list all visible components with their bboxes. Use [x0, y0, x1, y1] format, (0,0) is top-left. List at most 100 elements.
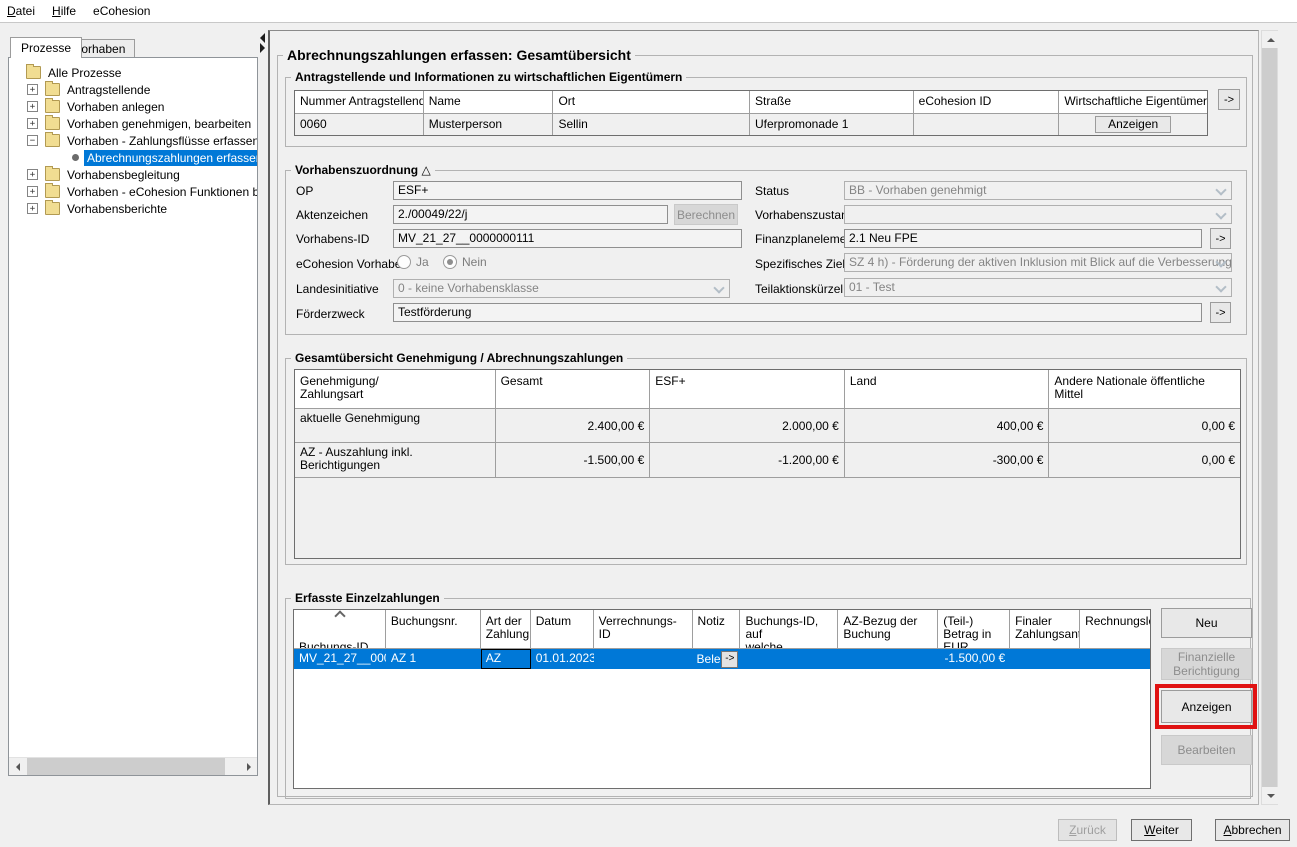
expand-icon[interactable]: [27, 203, 38, 214]
tree-item-vorhabensberichte[interactable]: Vorhabensberichte: [9, 200, 257, 217]
landesinitiative-dropdown[interactable]: 0 - keine Vorhabensklasse: [393, 279, 730, 298]
expand-icon[interactable]: [27, 84, 38, 95]
expand-icon[interactable]: [27, 169, 38, 180]
gesamtuebersicht-zahlungen-title: Gesamtübersicht Genehmigung / Abrechnung…: [291, 351, 627, 365]
column-header: Straße: [750, 91, 914, 113]
column-header: Land: [845, 370, 1050, 408]
menu-bar: Datei Hilfe eCohesion: [0, 0, 1297, 23]
menu-item-ecohesion[interactable]: eCohesion: [93, 1, 159, 21]
detail-arrow-button[interactable]: ->: [1210, 228, 1231, 249]
teilaktionskuerzel-label: Teilaktionskürzel: [755, 282, 843, 296]
column-header[interactable]: Finaler Zahlungsantra: [1010, 610, 1080, 648]
tree-item-vorhaben-genehmigen[interactable]: Vorhaben genehmigen, bearbeiten: [9, 115, 257, 132]
einzelzahlungen-group-title: Erfasste Einzelzahlungen: [291, 591, 444, 605]
tree-item-vorhaben-anlegen[interactable]: Vorhaben anlegen: [9, 98, 257, 115]
abbrechen-button[interactable]: Abbrechen: [1215, 819, 1290, 841]
cell-land: -300,00 €: [845, 443, 1050, 477]
spezifisches-ziel-dropdown[interactable]: SZ 4 h) - Förderung der aktiven Inklusio…: [844, 253, 1232, 272]
op-field[interactable]: ESF+: [393, 181, 742, 200]
main-vertical-scrollbar[interactable]: [1261, 30, 1278, 805]
table-header-row: Buchungs-ID Buchungsnr. Art der Zahlung …: [294, 610, 1150, 649]
finanzplanelement-field[interactable]: 2.1 Neu FPE: [844, 229, 1202, 248]
scroll-up-icon[interactable]: [1262, 31, 1279, 48]
column-header[interactable]: Art der Zahlung: [481, 610, 531, 648]
bearbeiten-button[interactable]: Bearbeiten: [1161, 735, 1252, 765]
selected-payment-row[interactable]: MV_21_27__000000 AZ 1 AZ 01.01.2023 Bele…: [294, 649, 1150, 669]
tab-prozesse[interactable]: Prozesse: [10, 37, 82, 58]
cell-ecohesion-id: [914, 114, 1060, 136]
cell-nummer: 0060: [295, 114, 424, 136]
collapse-icon[interactable]: [27, 135, 38, 146]
cell-eigentuemer: Anzeigen: [1059, 114, 1207, 136]
cell-esf: -1.200,00 €: [650, 443, 845, 477]
leaf-bullet-icon: [72, 154, 79, 161]
column-header: ESF+: [650, 370, 845, 408]
column-header[interactable]: AZ-Bezug der Buchung: [838, 610, 938, 648]
cell-az-bezug: [838, 649, 938, 669]
weiter-button[interactable]: Weiter: [1131, 819, 1192, 841]
berechnen-button[interactable]: Berechnen: [674, 204, 738, 225]
cell-gesamt: -1.500,00 €: [496, 443, 651, 477]
folder-icon: [45, 100, 60, 113]
status-dropdown[interactable]: BB - Vorhaben genehmigt: [844, 181, 1232, 200]
radio-ja[interactable]: Ja: [397, 255, 429, 269]
tree-item-ecohesion-funktionen[interactable]: Vorhaben - eCohesion Funktionen bearbeit: [9, 183, 257, 200]
notiz-arrow-button[interactable]: ->: [721, 651, 738, 668]
teilaktionskuerzel-dropdown[interactable]: 01 - Test: [844, 278, 1232, 297]
cell-rechnungslegung: [1080, 649, 1150, 669]
tree-horizontal-scrollbar[interactable]: [9, 757, 257, 775]
radio-nein[interactable]: Nein: [443, 255, 487, 269]
cell-buchungs-id: MV_21_27__000000: [294, 649, 386, 669]
column-header[interactable]: Buchungsnr.: [386, 610, 481, 648]
splitter-collapse-right-icon[interactable]: [260, 43, 265, 53]
neu-button[interactable]: Neu: [1161, 608, 1252, 638]
antragstellende-group-title: Antragstellende und Informationen zu wir…: [291, 70, 686, 84]
column-header: Wirtschaftliche Eigentümer: [1059, 91, 1207, 113]
vorhabens-id-label: Vorhabens-ID: [296, 232, 369, 246]
column-header: Genehmigung/ Zahlungsart: [295, 370, 496, 408]
tree-item-zahlungsfluesse[interactable]: Vorhaben - Zahlungsflüsse erfassen: [9, 132, 257, 149]
zurueck-button[interactable]: Zurück: [1058, 819, 1117, 841]
scrollbar-thumb[interactable]: [27, 758, 225, 775]
detail-arrow-button[interactable]: ->: [1210, 302, 1231, 323]
column-header[interactable]: Buchungs-ID, auf welche die Buch: [740, 610, 838, 648]
expand-icon[interactable]: [27, 118, 38, 129]
expand-icon[interactable]: [27, 186, 38, 197]
aktenzeichen-field[interactable]: 2./00049/22/j: [393, 205, 668, 224]
tree-item-vorhabensbegleitung[interactable]: Vorhabensbegleitung: [9, 166, 257, 183]
folder-icon: [45, 117, 60, 130]
column-header[interactable]: (Teil-) Betrag in EUR: [938, 610, 1010, 648]
table-row[interactable]: 0060 Musterperson Sellin Uferpromonade 1…: [295, 114, 1207, 136]
expand-icon[interactable]: [27, 101, 38, 112]
tree-item-antragstellende[interactable]: Antragstellende: [9, 81, 257, 98]
menu-item-hilfe[interactable]: Hilfe: [52, 1, 85, 21]
column-header[interactable]: Verrechnungs-ID: [594, 610, 693, 648]
cell-gesamt: 2.400,00 €: [496, 409, 651, 442]
finanzplanelement-label: Finanzplanelement: [755, 232, 856, 246]
vorhabens-id-field[interactable]: MV_21_27__0000000111: [393, 229, 742, 248]
highlight-box: [1155, 684, 1257, 729]
foerderzweck-field[interactable]: Testförderung: [393, 303, 1202, 322]
vorhabenszustand-dropdown[interactable]: [844, 205, 1232, 224]
tree-item-alle-prozesse[interactable]: Alle Prozesse: [9, 64, 257, 81]
column-header[interactable]: Rechnungsle: [1080, 610, 1150, 648]
scrollbar-thumb[interactable]: [1262, 48, 1277, 787]
detail-arrow-button[interactable]: ->: [1218, 89, 1240, 110]
scroll-left-icon[interactable]: [9, 758, 26, 775]
landesinitiative-label: Landesinitiative: [296, 282, 379, 296]
scroll-right-icon[interactable]: [240, 758, 257, 775]
op-label: OP: [296, 184, 313, 198]
anzeigen-eigentuemer-button[interactable]: Anzeigen: [1095, 116, 1171, 133]
column-header-buchungs-id[interactable]: Buchungs-ID: [294, 610, 386, 648]
tree-item-abrechnungszahlungen[interactable]: Abrechnungszahlungen erfassen: [9, 149, 257, 166]
column-header[interactable]: Datum: [531, 610, 594, 648]
menu-item-datei[interactable]: Datei: [7, 1, 44, 21]
splitter-collapse-left-icon[interactable]: [260, 33, 265, 43]
cell-art-der-zahlung[interactable]: AZ: [481, 649, 531, 669]
process-tree: Alle Prozesse Antragstellende Vorhaben a…: [9, 58, 257, 217]
folder-icon: [26, 66, 41, 79]
cell-notiz: Bele ->: [693, 649, 741, 669]
scroll-down-icon[interactable]: [1262, 787, 1279, 804]
column-header[interactable]: Notiz: [693, 610, 741, 648]
finanzielle-berichtigung-button[interactable]: Finanzielle Berichtigung: [1161, 648, 1252, 680]
